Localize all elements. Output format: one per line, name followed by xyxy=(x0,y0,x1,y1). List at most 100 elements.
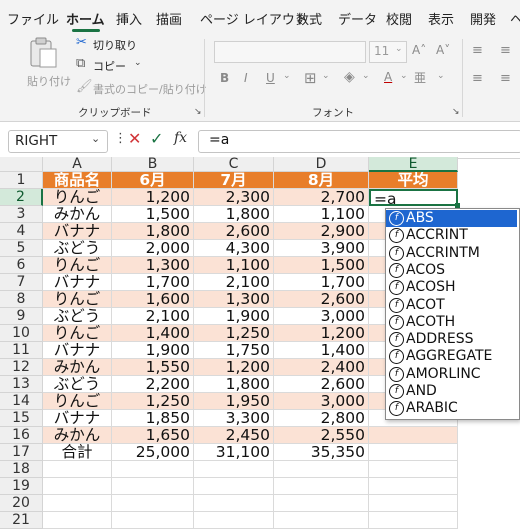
autocomplete-item[interactable]: f ABS xyxy=(386,210,517,227)
decrease-font-size-button[interactable]: A˅ xyxy=(436,43,450,57)
cell[interactable] xyxy=(43,495,112,512)
cell[interactable]: 2,400 xyxy=(274,359,369,376)
tab-data[interactable]: データ xyxy=(338,9,377,28)
cell[interactable]: 7月 xyxy=(194,172,274,189)
cell[interactable] xyxy=(43,512,112,529)
cell[interactable]: 1,200 xyxy=(194,359,274,376)
autocomplete-item[interactable]: f ACOS xyxy=(386,262,517,279)
cell[interactable]: 8月 xyxy=(274,172,369,189)
chevron-down-icon[interactable]: ⌄ xyxy=(400,71,408,81)
cell[interactable]: バナナ xyxy=(43,223,112,240)
tab-view[interactable]: 表示 xyxy=(428,9,454,28)
font-color-icon[interactable]: A xyxy=(384,70,392,84)
cell[interactable]: 1,500 xyxy=(112,206,194,223)
align-middle-icon[interactable]: ≡ xyxy=(500,43,511,58)
cell[interactable]: 4,300 xyxy=(194,240,274,257)
cell[interactable] xyxy=(274,512,369,529)
cell[interactable]: 1,400 xyxy=(112,325,194,342)
autocomplete-item[interactable]: f ACOT xyxy=(386,297,517,314)
cell[interactable]: 1,300 xyxy=(112,257,194,274)
cell[interactable]: 1,200 xyxy=(112,189,194,206)
copy-button[interactable]: ⧉ コピー ⌄ xyxy=(76,56,146,74)
chevron-down-icon[interactable]: ⌄ xyxy=(437,71,445,81)
cell[interactable]: みかん xyxy=(43,206,112,223)
cell[interactable]: 1,750 xyxy=(194,342,274,359)
cell[interactable]: 2,900 xyxy=(274,223,369,240)
cell[interactable]: 2,550 xyxy=(274,427,369,444)
column-header[interactable]: B xyxy=(112,157,194,172)
row-header[interactable]: 4 xyxy=(0,223,43,240)
autocomplete-item[interactable]: f AND xyxy=(386,383,517,400)
row-header[interactable]: 16 xyxy=(0,427,43,444)
cell[interactable]: 1,100 xyxy=(274,206,369,223)
cell[interactable]: バナナ xyxy=(43,410,112,427)
cell[interactable]: 2,600 xyxy=(274,291,369,308)
cell[interactable]: みかん xyxy=(43,359,112,376)
cell[interactable] xyxy=(274,461,369,478)
cell[interactable]: ぶどう xyxy=(43,308,112,325)
cell[interactable]: 3,000 xyxy=(274,308,369,325)
cell[interactable] xyxy=(369,444,458,461)
cell[interactable]: 35,350 xyxy=(274,444,369,461)
align-center-icon[interactable]: ≡ xyxy=(500,71,511,86)
column-header[interactable]: A xyxy=(43,157,112,172)
cell[interactable]: 6月 xyxy=(112,172,194,189)
cell[interactable] xyxy=(369,512,458,529)
cancel-icon[interactable]: ✕ xyxy=(128,129,141,148)
cell[interactable]: 商品名 xyxy=(43,172,112,189)
chevron-down-icon[interactable]: ⌄ xyxy=(322,71,330,81)
tab-file[interactable]: ファイル xyxy=(7,9,59,28)
paste-button[interactable]: 貼り付け xyxy=(22,37,71,92)
cell[interactable]: 合計 xyxy=(43,444,112,461)
cell[interactable]: 2,100 xyxy=(112,308,194,325)
cell[interactable]: 1,200 xyxy=(274,325,369,342)
chevron-down-icon[interactable]: ⌄ xyxy=(283,71,291,81)
cut-button[interactable]: ✂ 切り取り xyxy=(76,35,146,53)
cell[interactable]: 2,000 xyxy=(112,240,194,257)
bold-button[interactable]: B xyxy=(220,71,229,85)
cell[interactable] xyxy=(43,461,112,478)
cell[interactable]: 1,950 xyxy=(194,393,274,410)
row-header[interactable]: 13 xyxy=(0,376,43,393)
font-name-box[interactable] xyxy=(214,41,366,63)
cell[interactable]: 平均 xyxy=(369,172,458,189)
row-header[interactable]: 1 xyxy=(0,172,43,189)
row-header[interactable]: 3 xyxy=(0,206,43,223)
autocomplete-item[interactable]: f ARABIC xyxy=(386,400,517,417)
function-autocomplete-list[interactable]: f ABS f ACCRINT f ACCRINTM f ACOS f ACOSH f ACOT f AC… xyxy=(385,208,520,420)
cell[interactable]: 1,800 xyxy=(194,376,274,393)
autocomplete-item[interactable]: f AMORLINC xyxy=(386,366,517,383)
cell[interactable]: 2,200 xyxy=(112,376,194,393)
cell[interactable]: 2,800 xyxy=(274,410,369,427)
row-header[interactable]: 18 xyxy=(0,461,43,478)
autocomplete-item[interactable]: f ADDRESS xyxy=(386,331,517,348)
row-header[interactable]: 15 xyxy=(0,410,43,427)
tab-review[interactable]: 校閲 xyxy=(386,9,412,28)
more-options-icon[interactable]: ⋮ xyxy=(114,131,127,146)
cell[interactable]: 1,800 xyxy=(112,223,194,240)
dialog-launcher-icon[interactable]: ↘ xyxy=(194,107,202,117)
row-header[interactable]: 19 xyxy=(0,478,43,495)
cell[interactable]: 1,400 xyxy=(274,342,369,359)
cell[interactable] xyxy=(369,427,458,444)
formula-input[interactable]: =a xyxy=(198,130,520,153)
column-header[interactable]: D xyxy=(274,157,369,172)
cell[interactable]: りんご xyxy=(43,291,112,308)
row-header[interactable]: 8 xyxy=(0,291,43,308)
underline-button[interactable]: U xyxy=(266,71,275,85)
cell[interactable] xyxy=(369,478,458,495)
cell[interactable] xyxy=(112,478,194,495)
cell[interactable] xyxy=(274,495,369,512)
cell[interactable]: 2,100 xyxy=(194,274,274,291)
row-header[interactable]: 10 xyxy=(0,325,43,342)
cell[interactable]: 2,700 xyxy=(274,189,369,206)
cell[interactable] xyxy=(194,512,274,529)
row-header[interactable]: 17 xyxy=(0,444,43,461)
column-header[interactable]: C xyxy=(194,157,274,172)
italic-button[interactable]: I xyxy=(244,71,248,85)
dialog-launcher-icon[interactable]: ↘ xyxy=(452,107,460,117)
cell[interactable]: 1,900 xyxy=(112,342,194,359)
tab-developer[interactable]: 開発 xyxy=(470,9,496,28)
cell[interactable]: 1,550 xyxy=(112,359,194,376)
cell[interactable]: 2,600 xyxy=(274,376,369,393)
